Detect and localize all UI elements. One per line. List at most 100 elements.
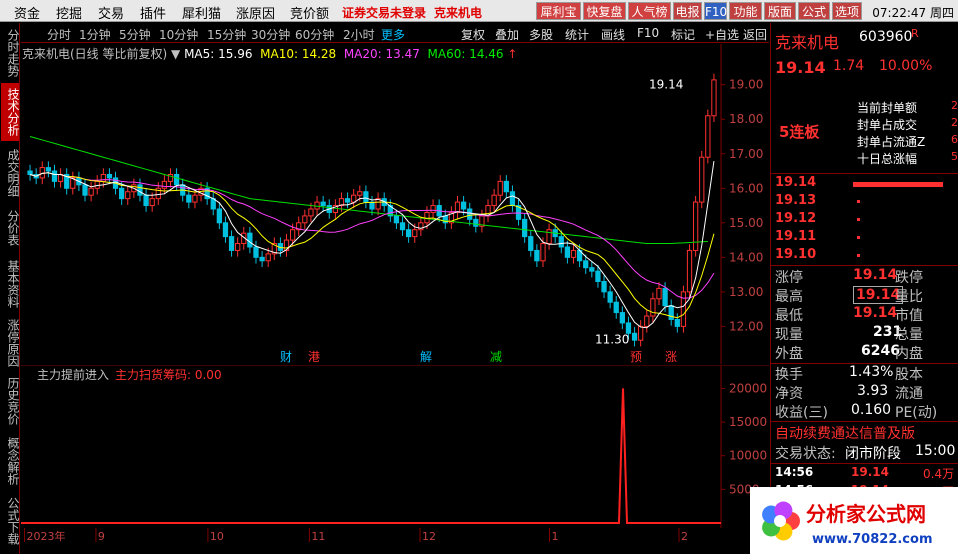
period-4[interactable]: 15分钟 <box>207 26 246 43</box>
sidebar-tab-0[interactable]: 分时走势 <box>1 26 20 80</box>
candle <box>125 185 131 205</box>
x-tick-label: 2023年 <box>27 529 66 543</box>
candle <box>509 185 516 212</box>
x-tick-label: 9 <box>98 530 105 543</box>
order-book-row: 19.13 <box>775 193 956 211</box>
x-axis-bg <box>21 528 769 544</box>
seal-value: 2.14 <box>951 99 958 112</box>
candle <box>173 168 180 192</box>
event-marker[interactable]: 涨 <box>665 349 677 364</box>
tool-4[interactable]: 画线 <box>601 26 625 43</box>
event-marker[interactable]: 减 <box>490 350 502 364</box>
candle <box>399 216 406 236</box>
toolbar-button-5[interactable]: 功能 <box>729 2 762 20</box>
tool-6[interactable]: 标记 <box>671 26 695 43</box>
indicator-chart[interactable]: 2000015000100005000主力提前进入 主力扫货筹码: 0.00 <box>21 365 769 530</box>
candle <box>692 195 699 257</box>
seal-row: 当前封单额 2.14 <box>775 99 958 117</box>
sidebar-tab-3[interactable]: 分价表 <box>1 205 20 251</box>
candle <box>51 164 58 188</box>
candle <box>448 206 455 230</box>
candle <box>344 192 351 209</box>
sidebar-tab-4[interactable]: 基本资料 <box>1 255 20 313</box>
menu-item-6[interactable]: 竞价额 <box>290 3 329 22</box>
x-tick-label: 11 <box>311 530 325 543</box>
clock: 07:22:47 周四 <box>872 6 954 20</box>
toolbar-button-8[interactable]: 选项 <box>832 2 862 20</box>
stat-label: 现量 <box>775 327 803 343</box>
stat-row: 外盘 6246 内盘 <box>775 343 956 362</box>
sidebar-tab-7[interactable]: 概念解析 <box>1 433 20 489</box>
candle <box>283 233 290 257</box>
event-marker[interactable]: 财 <box>280 350 292 364</box>
stock-r-flag: R <box>911 27 919 40</box>
toolbar-button-2[interactable]: 人气榜 <box>628 2 671 20</box>
tool-5[interactable]: F10 <box>637 26 659 40</box>
menu-item-2[interactable]: 交易 <box>98 3 124 22</box>
menu-item-5[interactable]: 涨原因 <box>236 3 275 22</box>
event-marker[interactable]: 预 <box>630 350 642 364</box>
sidebar-tab-6[interactable]: 历史竞价 <box>1 373 20 429</box>
period-0[interactable]: 分时 <box>47 26 71 43</box>
menu-stock-name: 克来机电 <box>434 6 483 20</box>
login-warning[interactable]: 证券交易未登录 <box>342 4 426 21</box>
candle <box>393 209 400 230</box>
period-1[interactable]: 1分钟 <box>79 26 111 43</box>
candle <box>650 292 656 323</box>
candle <box>528 230 534 257</box>
period-3[interactable]: 10分钟 <box>159 26 198 43</box>
sidebar-tab-1[interactable]: 技术分析 <box>1 83 20 141</box>
stat-row: 现量 231 总量 <box>775 324 956 343</box>
tool-1[interactable]: 叠加 <box>495 26 519 43</box>
quote-header: 克来机电 603960 R <box>775 27 956 52</box>
toolbar-button-4[interactable]: F10 <box>704 2 727 20</box>
stock-name: 克来机电 <box>775 33 840 52</box>
period-8[interactable]: 更多 <box>381 26 405 43</box>
candle <box>515 199 522 226</box>
toolbar-button-6[interactable]: 版面 <box>764 2 796 20</box>
candle <box>210 192 216 216</box>
sidebar-tab-2[interactable]: 成交明细 <box>1 144 20 202</box>
candle <box>613 296 619 319</box>
book-volume-dot <box>857 218 860 221</box>
logo-center <box>774 515 786 527</box>
high-label: 19.14 <box>649 78 683 92</box>
candle <box>503 175 509 198</box>
period-6[interactable]: 60分钟 <box>295 26 334 43</box>
site-logo: 分析家公式网 www.70822.com <box>750 487 958 554</box>
stat-label: 最高 <box>775 289 803 305</box>
menu-item-1[interactable]: 挖掘 <box>56 3 82 22</box>
sidebar-tab-8[interactable]: 公式下载 <box>1 493 20 549</box>
period-5[interactable]: 30分钟 <box>251 26 290 43</box>
candle <box>607 285 613 309</box>
tool-8[interactable]: 返回 <box>743 26 767 43</box>
kline-chart[interactable]: 19.00 18.00 17.00 16.00 15.00 14.00 13.00 12.00… <box>21 44 769 364</box>
menu-item-3[interactable]: 插件 <box>140 3 166 22</box>
stock-code: 603960 <box>859 29 913 45</box>
toolbar-button-3[interactable]: 电报 <box>673 2 702 20</box>
tool-7[interactable]: +自选 <box>705 26 739 43</box>
event-marker[interactable]: 解 <box>420 350 432 364</box>
event-marker[interactable]: 港 <box>308 350 320 364</box>
candle <box>467 202 473 226</box>
order-book-row: 19.11 <box>775 229 956 247</box>
tool-0[interactable]: 复权 <box>461 26 485 43</box>
stat-label-2: 跌停 <box>895 270 923 286</box>
candle <box>351 188 357 209</box>
candle <box>479 209 485 233</box>
sidebar-tab-5[interactable]: 涨停原因 <box>1 316 20 370</box>
seal-value: 6.8 <box>951 133 958 146</box>
tool-3[interactable]: 统计 <box>565 26 589 43</box>
scroll-ticker: 自动续费通达信普及版 <box>775 426 915 442</box>
stat-label-2: 总量 <box>895 327 923 343</box>
candle <box>161 175 168 195</box>
menu-item-4[interactable]: 犀利猫 <box>182 3 221 22</box>
period-7[interactable]: 2小时 <box>343 26 375 43</box>
tool-2[interactable]: 多股 <box>529 26 553 43</box>
stat2-value: 3.93 <box>857 383 889 399</box>
menu-item-0[interactable]: 资金 <box>14 3 40 22</box>
toolbar-button-0[interactable]: 犀利宝 <box>536 2 581 20</box>
toolbar-button-7[interactable]: 公式 <box>798 2 830 20</box>
toolbar-button-1[interactable]: 快复盘 <box>583 2 626 20</box>
period-2[interactable]: 5分钟 <box>119 26 151 43</box>
